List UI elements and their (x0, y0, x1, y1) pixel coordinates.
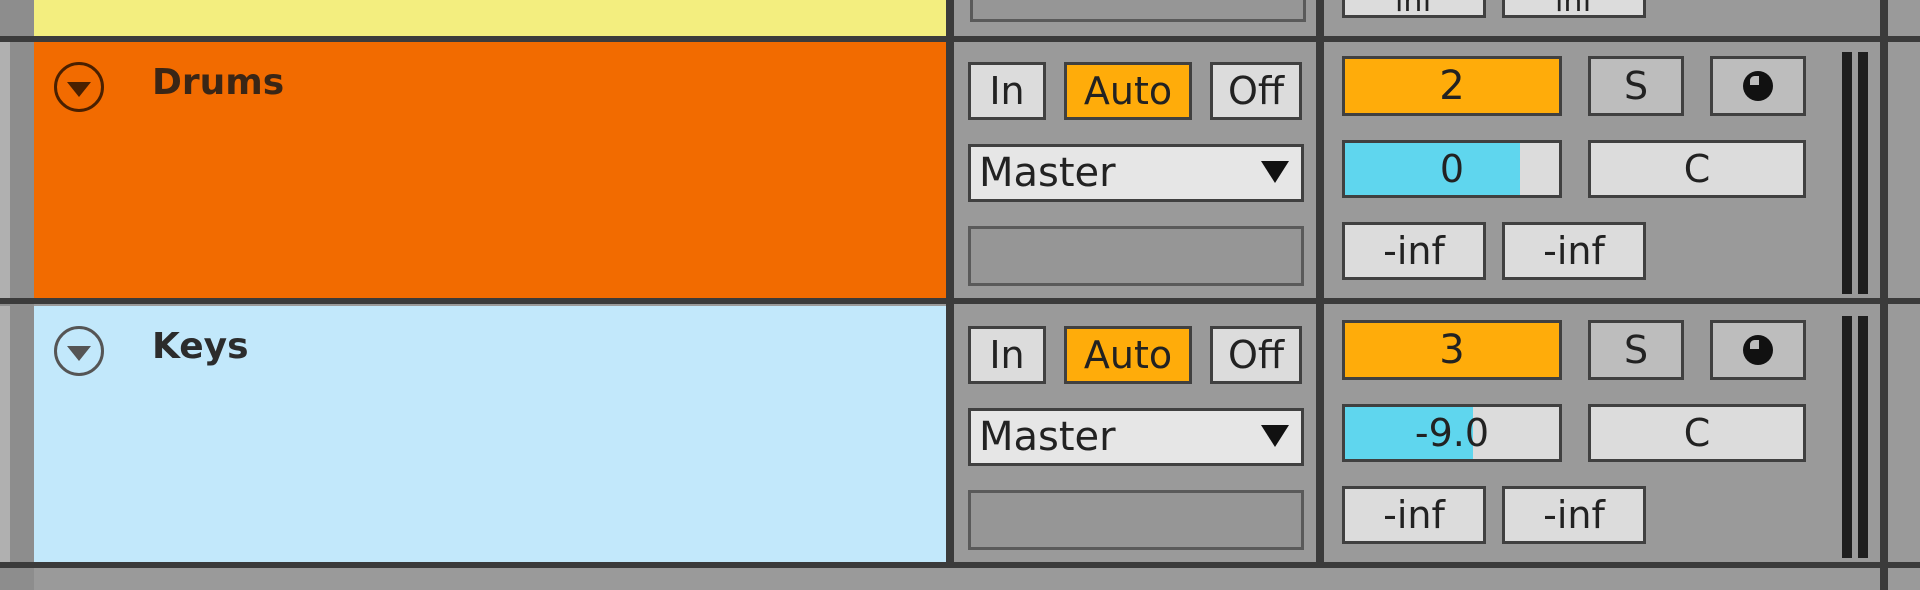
column-separator (1880, 0, 1888, 590)
chevron-down-icon (1261, 161, 1289, 183)
fold-icon[interactable] (54, 326, 104, 376)
prev-peak-right: inf (1502, 0, 1646, 18)
peak-right-indicator[interactable]: -inf (1502, 486, 1646, 544)
prev-peak-left: inf (1342, 0, 1486, 18)
track-header-keys[interactable]: Keys (34, 306, 946, 562)
prev-peak-right-label: inf (1555, 0, 1593, 19)
arm-button[interactable] (1710, 56, 1806, 116)
prev-input-slot (970, 0, 1306, 22)
column-separator (1316, 0, 1324, 590)
peak-left-indicator[interactable]: -inf (1342, 486, 1486, 544)
arm-button[interactable] (1710, 320, 1806, 380)
column-separator (946, 0, 954, 590)
monitor-auto-button[interactable]: Auto (1064, 326, 1192, 384)
monitor-off-button[interactable]: Off (1210, 326, 1302, 384)
level-meter-right (1858, 52, 1868, 294)
volume-value: 0 (1439, 147, 1465, 191)
record-arm-icon (1743, 71, 1773, 101)
volume-value: -9.0 (1414, 411, 1490, 455)
peak-right-indicator[interactable]: -inf (1502, 222, 1646, 280)
solo-button[interactable]: S (1588, 56, 1684, 116)
track-header-drums[interactable]: Drums (34, 42, 946, 298)
audio-output-value: Master (979, 414, 1116, 460)
peak-left-indicator[interactable]: -inf (1342, 222, 1486, 280)
track-activator-button[interactable]: 2 (1342, 56, 1562, 116)
pan-control[interactable]: C (1588, 404, 1806, 462)
monitor-in-button[interactable]: In (968, 62, 1046, 120)
output-channel-slot (968, 490, 1304, 550)
left-edge-strip (0, 0, 34, 590)
bottom-strip (34, 568, 1880, 590)
solo-button[interactable]: S (1588, 320, 1684, 380)
monitor-in-button[interactable]: In (968, 326, 1046, 384)
level-meter-left (1842, 52, 1852, 294)
level-meter-right (1858, 316, 1868, 558)
volume-slider[interactable]: 0 (1342, 140, 1562, 198)
audio-output-select[interactable]: Master (968, 144, 1304, 202)
track-activator-button[interactable]: 3 (1342, 320, 1562, 380)
drums-selector[interactable] (0, 42, 10, 298)
audio-output-value: Master (979, 150, 1116, 196)
track-name[interactable]: Drums (152, 62, 284, 103)
track-separator (0, 298, 1920, 304)
fold-icon[interactable] (54, 62, 104, 112)
record-arm-icon (1743, 335, 1773, 365)
volume-slider[interactable]: -9.0 (1342, 404, 1562, 462)
monitor-off-button[interactable]: Off (1210, 62, 1302, 120)
prev-track-header[interactable] (34, 0, 946, 36)
chevron-down-icon (1261, 425, 1289, 447)
level-meter-left (1842, 316, 1852, 558)
track-name[interactable]: Keys (152, 326, 249, 367)
prev-peak-left-label: inf (1395, 0, 1433, 19)
pan-control[interactable]: C (1588, 140, 1806, 198)
audio-output-select[interactable]: Master (968, 408, 1304, 466)
monitor-auto-button[interactable]: Auto (1064, 62, 1192, 120)
output-channel-slot (968, 226, 1304, 286)
keys-selector[interactable] (0, 306, 10, 562)
